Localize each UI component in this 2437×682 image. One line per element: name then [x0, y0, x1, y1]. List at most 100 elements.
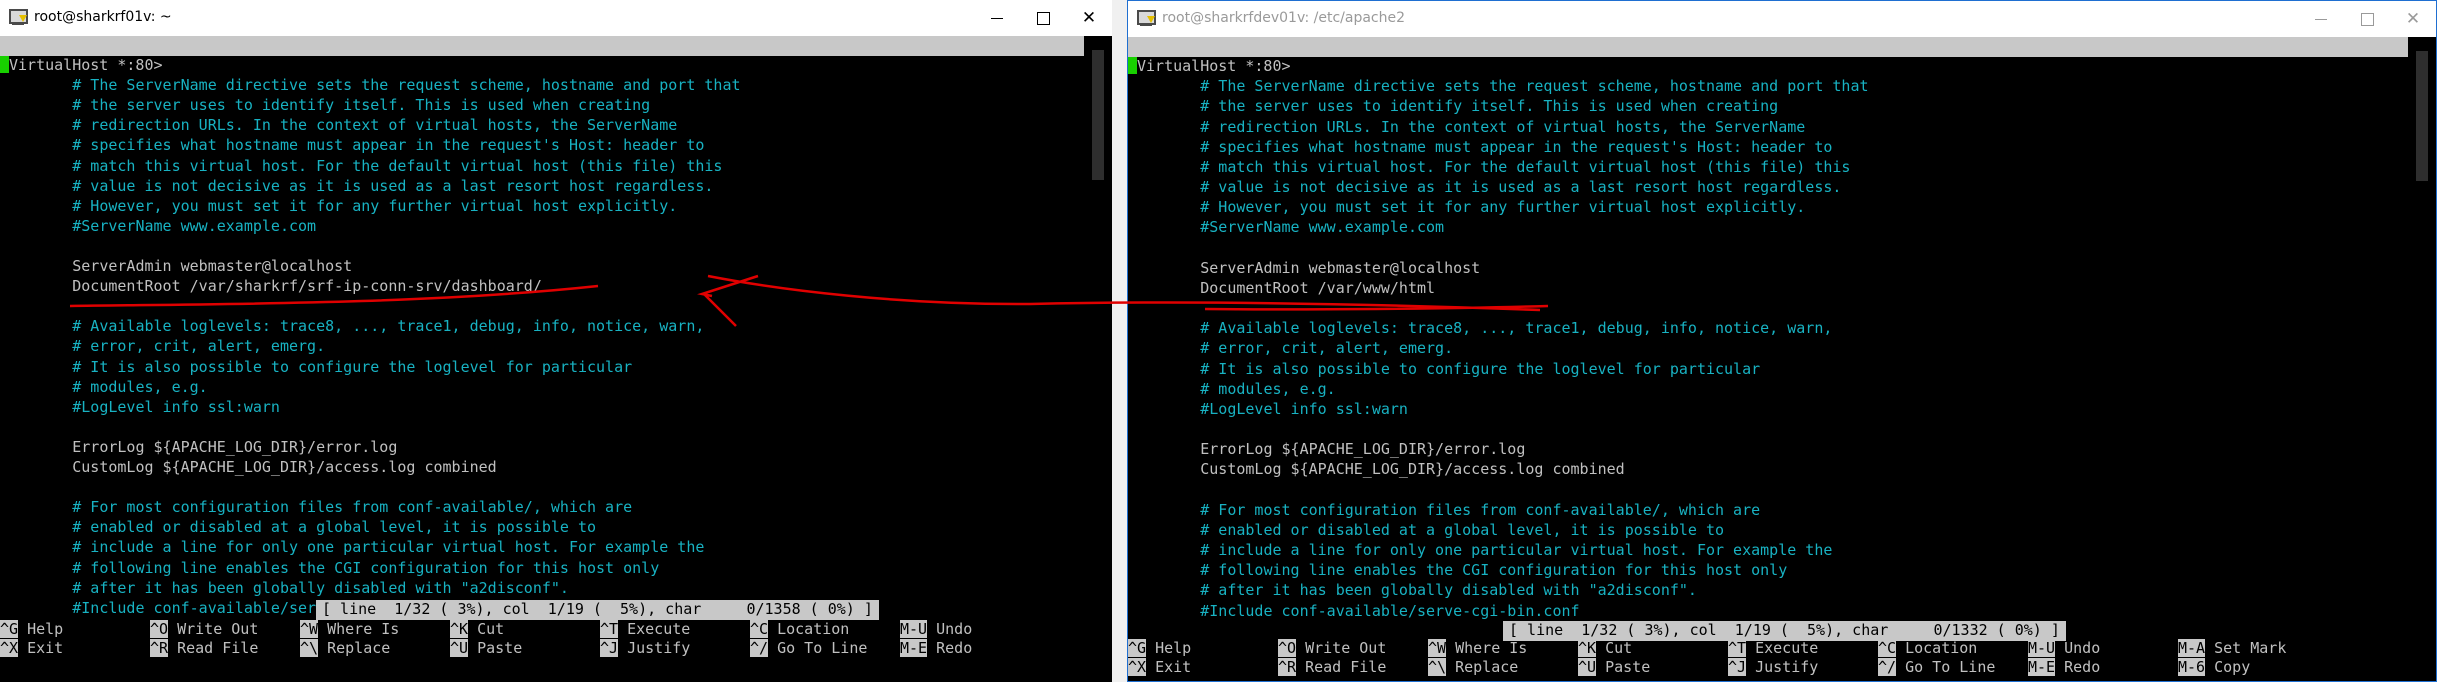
line-text: DocumentRoot /var/sharkrf/srf-ip-conn-sr…	[0, 277, 542, 296]
shortcut-set-mark[interactable]: M-A Set Mark	[2178, 639, 2286, 659]
shortcut-redo[interactable]: M-E Redo	[2028, 658, 2100, 678]
shortcut-justify[interactable]: ^J Justify	[1728, 658, 1818, 678]
nano-header: GNU nano 6.2 /etc/apache2/sites-availabl…	[1128, 37, 2408, 95]
line-text: # match this virtual host. For the defau…	[0, 156, 723, 175]
shortcut-key: ^J	[1728, 658, 1747, 676]
shortcut-label: Exit	[1155, 658, 1192, 676]
maximize-icon	[2360, 12, 2374, 26]
close-button[interactable]: ✕	[2390, 1, 2436, 37]
line-text: ErrorLog ${APACHE_LOG_DIR}/error.log	[0, 437, 398, 456]
close-icon: ✕	[2405, 9, 2421, 29]
comment-line: # The ServerName directive sets the requ…	[1128, 77, 1868, 97]
scrollbar[interactable]	[1084, 36, 1112, 682]
terminal-area[interactable]: GNU nano 6.2 /etc/apache2/sites-availabl…	[0, 36, 1112, 682]
shortcut-where-is[interactable]: ^W Where Is	[1428, 639, 1527, 659]
terminal-window-left[interactable]: root@sharkrf01v: ~ ✕ GNU nano 6.2 /etc/a…	[0, 0, 1112, 682]
line-text: # It is also possible to configure the l…	[0, 357, 633, 376]
shortcut-redo[interactable]: M-E Redo	[900, 639, 972, 659]
config-line: CustomLog ${APACHE_LOG_DIR}/access.log c…	[0, 458, 496, 478]
shortcut-write-out[interactable]: ^O Write Out	[1278, 639, 1386, 659]
shortcut-paste[interactable]: ^U Paste	[450, 639, 522, 659]
config-line: ErrorLog ${APACHE_LOG_DIR}/error.log	[0, 438, 397, 458]
config-line: ServerAdmin webmaster@localhost	[0, 257, 352, 277]
cursor-status: [ line 1/32 ( 3%), col 1/19 ( 5%), char …	[1503, 621, 2066, 641]
shortcut-location[interactable]: ^C Location	[750, 620, 849, 640]
line-text: # redirection URLs. In the context of vi…	[1128, 117, 1806, 136]
comment-line: # match this virtual host. For the defau…	[1128, 158, 1850, 178]
scrollbar-thumb[interactable]	[1092, 50, 1104, 180]
shortcut-go-to-line[interactable]: ^/ Go To Line	[1878, 658, 1995, 678]
shortcut-location[interactable]: ^C Location	[1878, 639, 1977, 659]
terminal-area[interactable]: GNU nano 6.2 /etc/apache2/sites-availabl…	[1128, 37, 2436, 681]
shortcut-undo[interactable]: M-U Undo	[2028, 639, 2100, 659]
terminal-window-right[interactable]: root@sharkrfdev01v: /etc/apache2 ✕ GNU n…	[1127, 0, 2437, 682]
shortcut-key: ^T	[600, 620, 619, 638]
title-bar[interactable]: root@sharkrf01v: ~ ✕	[0, 0, 1112, 36]
line-text: CustomLog ${APACHE_LOG_DIR}/access.log c…	[1128, 460, 1625, 479]
minimize-button[interactable]	[2298, 1, 2344, 37]
line-text: #LogLevel info ssl:warn	[0, 397, 280, 416]
shortcut-label: Paste	[1605, 658, 1651, 676]
line-text: # error, crit, alert, emerg.	[0, 337, 326, 356]
shortcut-key: M-E	[2028, 658, 2056, 676]
line-text: #LogLevel info ssl:warn	[1128, 399, 1408, 418]
line-text: VirtualHost *:80>	[1137, 57, 1291, 75]
config-line: VirtualHost *:80>	[1128, 57, 1291, 77]
comment-line: #LogLevel info ssl:warn	[0, 398, 280, 418]
shortcut-paste[interactable]: ^U Paste	[1578, 658, 1650, 678]
shortcut-execute[interactable]: ^T Execute	[1728, 639, 1818, 659]
shortcut-label: Replace	[327, 639, 391, 657]
comment-line: #ServerName www.example.com	[1128, 218, 1444, 238]
scrollbar-thumb[interactable]	[2416, 51, 2428, 181]
line-text: # specifies what hostname must appear in…	[0, 136, 705, 155]
shortcut-replace[interactable]: ^\ Replace	[1428, 658, 1518, 678]
shortcut-write-out[interactable]: ^O Write Out	[150, 620, 258, 640]
line-text: # However, you must set it for any furth…	[0, 196, 678, 215]
minimize-button[interactable]	[974, 0, 1020, 36]
shortcut-undo[interactable]: M-U Undo	[900, 620, 972, 640]
shortcut-cut[interactable]: ^K Cut	[1578, 639, 1632, 659]
shortcut-cut[interactable]: ^K Cut	[450, 620, 504, 640]
shortcut-go-to-line[interactable]: ^/ Go To Line	[750, 639, 867, 659]
shortcut-exit[interactable]: ^X Exit	[1128, 658, 1191, 678]
window-title: root@sharkrfdev01v: /etc/apache2	[1162, 10, 1406, 26]
comment-line: # It is also possible to configure the l…	[0, 358, 632, 378]
shortcut-key: ^O	[1278, 639, 1297, 657]
shortcut-replace[interactable]: ^\ Replace	[300, 639, 390, 659]
shortcut-key: M-U	[2028, 639, 2056, 657]
comment-line: # match this virtual host. For the defau…	[0, 157, 722, 177]
maximize-button[interactable]	[2344, 1, 2390, 37]
comment-line: # the server uses to identify itself. Th…	[1128, 97, 1778, 117]
shortcut-label: Where Is	[327, 620, 400, 638]
scrollbar[interactable]	[2408, 37, 2436, 681]
shortcut-key: M-A	[2178, 639, 2206, 657]
shortcut-label: Location	[777, 620, 850, 638]
title-bar[interactable]: root@sharkrfdev01v: /etc/apache2 ✕	[1128, 1, 2436, 37]
shortcut-key: ^\	[1428, 658, 1447, 676]
shortcut-help[interactable]: ^G Help	[0, 620, 63, 640]
maximize-button[interactable]	[1020, 0, 1066, 36]
shortcut-execute[interactable]: ^T Execute	[600, 620, 690, 640]
shortcut-read-file[interactable]: ^R Read File	[150, 639, 258, 659]
shortcut-copy[interactable]: M-6 Copy	[2178, 658, 2250, 678]
shortcut-label: Execute	[1755, 639, 1819, 657]
shortcut-label: Justify	[627, 639, 691, 657]
line-text: ErrorLog ${APACHE_LOG_DIR}/error.log	[1128, 440, 1526, 459]
shortcut-where-is[interactable]: ^W Where Is	[300, 620, 399, 640]
putty-icon	[1136, 10, 1156, 27]
shortcut-key: ^T	[1728, 639, 1747, 657]
window-title: root@sharkrf01v: ~	[34, 9, 172, 25]
shortcut-justify[interactable]: ^J Justify	[600, 639, 690, 659]
comment-line: # include a line for only one particular…	[0, 538, 704, 558]
minimize-icon	[991, 17, 1003, 19]
shortcut-read-file[interactable]: ^R Read File	[1278, 658, 1386, 678]
maximize-icon	[1036, 11, 1050, 25]
close-icon: ✕	[1081, 8, 1097, 28]
comment-line: # For most configuration files from conf…	[1128, 501, 1760, 521]
shortcut-help[interactable]: ^G Help	[1128, 639, 1191, 659]
shortcut-exit[interactable]: ^X Exit	[0, 639, 63, 659]
comment-line: #Include conf-available/serve-cgi-bin.co…	[1128, 602, 1579, 622]
shortcut-key: M-U	[900, 620, 928, 638]
text-cursor	[0, 56, 9, 73]
close-button[interactable]: ✕	[1066, 0, 1112, 36]
